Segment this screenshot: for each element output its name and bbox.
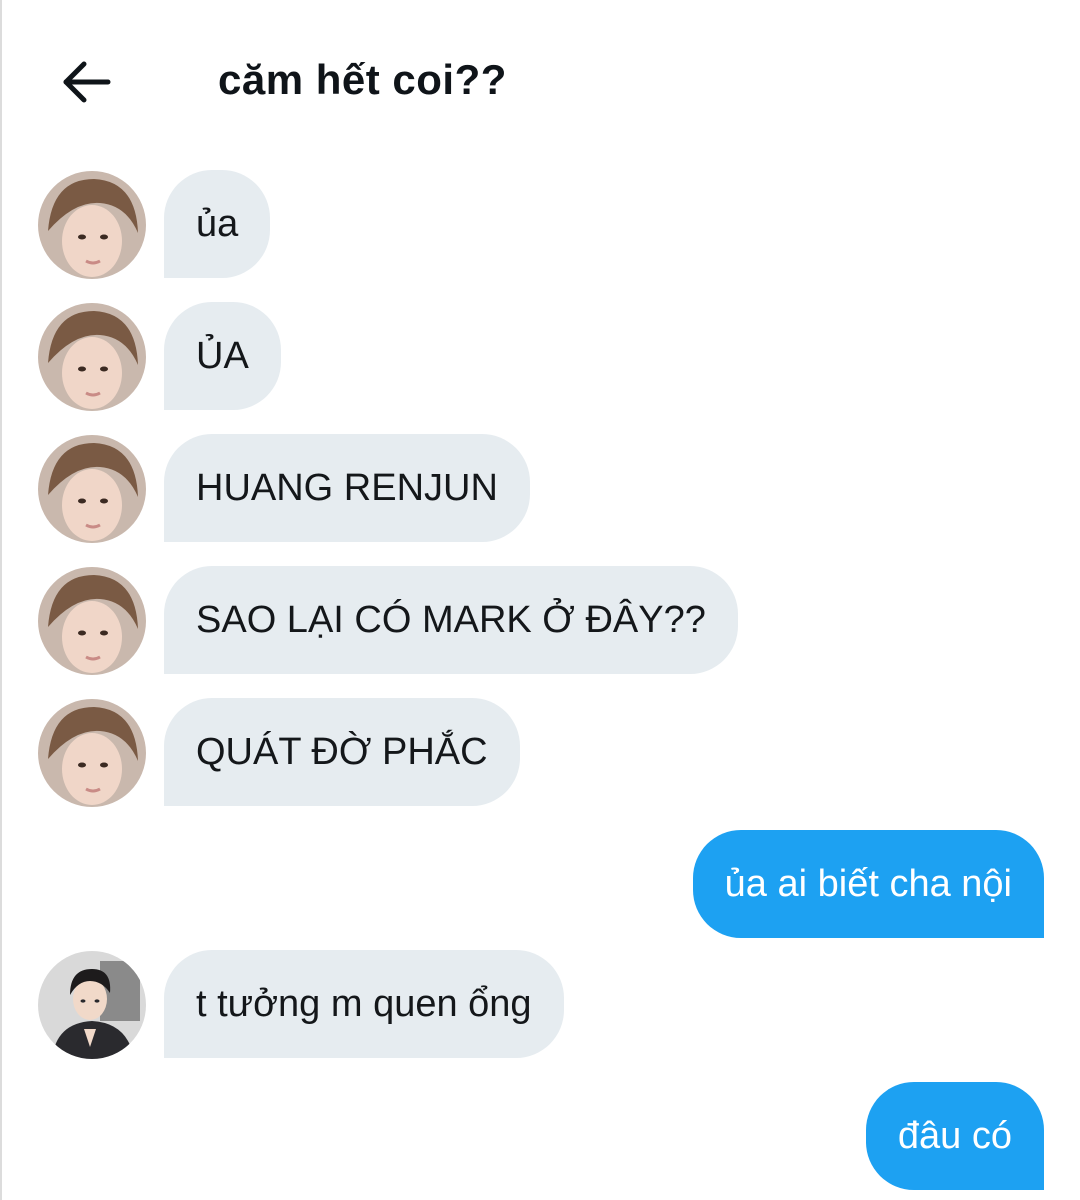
message-row: SAO LẠI CÓ MARK Ở ĐÂY?? [2, 566, 1080, 676]
conversation-screen: căm hết coi?? ủa ỦA HUANG RENJUN SAO LẠI… [0, 0, 1080, 1200]
conversation-header: căm hết coi?? [2, 0, 1080, 160]
outgoing-message-bubble[interactable]: đâu có [865, 1082, 1044, 1190]
incoming-message-bubble[interactable]: t tưởng m quen ổng [164, 950, 564, 1058]
avatar[interactable] [38, 951, 146, 1059]
avatar[interactable] [38, 303, 146, 411]
incoming-message-bubble[interactable]: HUANG RENJUN [164, 434, 530, 542]
message-row: ủa [2, 170, 1080, 280]
incoming-message-bubble[interactable]: QUÁT ĐỜ PHẮC [164, 698, 520, 806]
incoming-message-bubble[interactable]: ỦA [164, 302, 281, 410]
message-row: đâu có [2, 1082, 1080, 1192]
avatar[interactable] [38, 699, 146, 807]
incoming-message-bubble[interactable]: SAO LẠI CÓ MARK Ở ĐÂY?? [164, 566, 738, 674]
message-row: HUANG RENJUN [2, 434, 1080, 544]
conversation-title: căm hết coi?? [218, 56, 507, 103]
message-row: ủa ai biết cha nội [2, 830, 1080, 940]
outgoing-message-bubble[interactable]: ủa ai biết cha nội [692, 830, 1044, 938]
message-row: ỦA [2, 302, 1080, 412]
avatar[interactable] [38, 567, 146, 675]
avatar[interactable] [38, 435, 146, 543]
incoming-message-bubble[interactable]: ủa [164, 170, 271, 278]
message-row: QUÁT ĐỜ PHẮC [2, 698, 1080, 808]
avatar[interactable] [38, 171, 146, 279]
back-button[interactable] [54, 50, 118, 114]
message-row: t tưởng m quen ổng [2, 950, 1080, 1060]
arrow-left-icon [63, 61, 111, 103]
